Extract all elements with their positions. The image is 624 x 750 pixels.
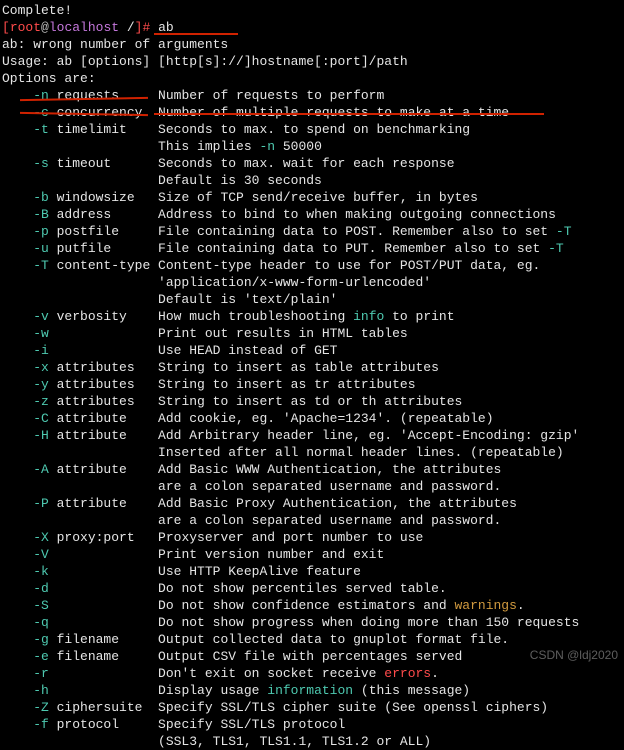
annotation-underline (154, 33, 238, 35)
error-line: ab: wrong number of arguments (2, 37, 228, 52)
annotation-underline (154, 113, 544, 115)
usage-line: Usage: ab [options] [http[s]://]hostname… (2, 54, 408, 69)
watermark: CSDN @ldj2020 (530, 647, 618, 664)
options-header: Options are: (2, 71, 96, 86)
prompt-line: [root@localhost /]# ab (2, 20, 174, 35)
complete-line: Complete! (2, 3, 72, 18)
